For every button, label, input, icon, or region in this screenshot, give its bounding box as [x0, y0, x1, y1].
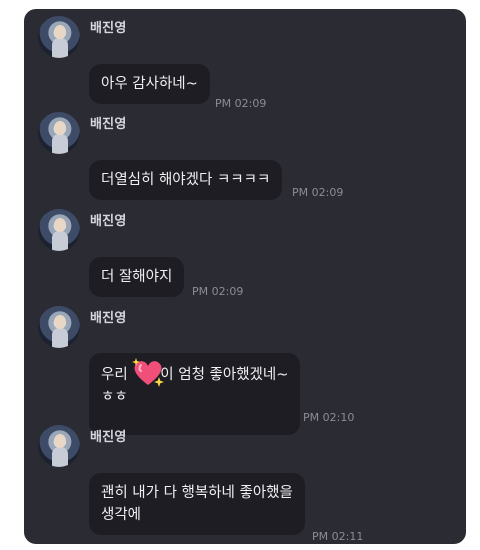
message-line: 우리 이 엄청 좋아했겠네~: [101, 358, 289, 387]
chat-window: 배진영 아우 감사하네~ PM 02:09 배진영 더열심히 해야겠다 ㅋㅋㅋㅋ…: [24, 9, 466, 544]
message-timestamp: PM 02:10: [303, 411, 355, 424]
avatar[interactable]: [38, 209, 80, 251]
message-line: 괜히 내가 다 행복하네 좋아했을: [101, 485, 293, 501]
message-bubble[interactable]: 더 잘해야지: [89, 257, 185, 297]
message-text: 아우 감사하네~: [101, 76, 198, 92]
sender-name: 배진영: [90, 117, 127, 132]
sender-name: 배진영: [90, 311, 127, 326]
sparkling-heart-icon: [132, 358, 165, 387]
avatar[interactable]: [38, 306, 80, 348]
message-bubble[interactable]: 더열심히 해야겠다 ㅋㅋㅋㅋ: [89, 160, 283, 200]
sender-name: 배진영: [90, 21, 127, 36]
message-timestamp: PM 02:09: [292, 186, 344, 199]
message-text: 더열심히 해야겠다 ㅋㅋㅋㅋ: [101, 172, 271, 188]
sender-name: 배진영: [90, 214, 127, 229]
message-bubble[interactable]: 우리 이 엄청 좋아했겠네~ ㅎㅎ: [89, 353, 301, 435]
avatar[interactable]: [38, 16, 80, 58]
avatar[interactable]: [38, 425, 80, 467]
message-timestamp: PM 02:09: [215, 97, 267, 110]
message-bubble[interactable]: 괜히 내가 다 행복하네 좋아했을 생각에: [89, 473, 305, 535]
message-text: 이 엄청 좋아했겠네~: [160, 367, 289, 383]
message-text: 우리: [101, 367, 133, 383]
sender-name: 배진영: [90, 430, 127, 445]
message-line: 생각에: [101, 507, 142, 523]
message-text: 더 잘해야지: [101, 269, 173, 285]
message-line: ㅎㅎ: [101, 389, 128, 405]
avatar[interactable]: [38, 112, 80, 154]
message-bubble[interactable]: 아우 감사하네~: [89, 64, 210, 104]
message-timestamp: PM 02:09: [192, 285, 244, 298]
message-timestamp: PM 02:11: [312, 530, 364, 543]
